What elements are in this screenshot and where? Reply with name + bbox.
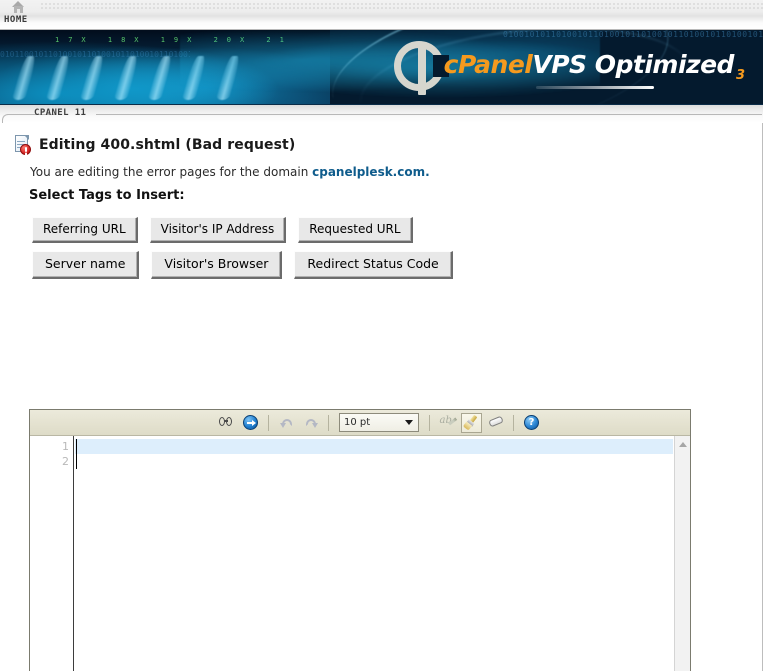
code-line[interactable] (75, 454, 673, 469)
insert-redirect-status-code-button[interactable]: Redirect Status Code (294, 251, 453, 279)
help-circle-icon: ? (524, 415, 539, 430)
toolbar-divider (513, 414, 514, 431)
select-tags-label: Select Tags to Insert: (29, 188, 185, 203)
chevron-down-icon (405, 420, 413, 425)
page-subtitle: You are editing the error pages for the … (30, 165, 430, 179)
home-nav-label[interactable]: HOME (4, 15, 28, 25)
binary-pattern-left: 0101100101101001011010010110100101101001… (0, 50, 190, 59)
editor-body[interactable]: 1 2 (30, 436, 690, 671)
logo-version-number: 3 (735, 67, 745, 83)
panel-legend-bar: CPANEL 11 (0, 105, 763, 124)
error-badge-icon (20, 144, 31, 155)
logo-brand-secondary: VPS Optimized (532, 49, 734, 79)
toolbar-divider (328, 414, 329, 431)
redo-icon (304, 417, 318, 429)
redo-button[interactable] (300, 413, 321, 433)
editor-help-button[interactable]: ? (521, 413, 542, 433)
goto-line-button[interactable] (240, 413, 261, 433)
toolbar-divider (268, 414, 269, 431)
page-heading: Editing 400.shtml (Bad request) (14, 135, 296, 155)
text-caret (76, 439, 77, 469)
paintbrush-icon (462, 414, 480, 431)
goto-arrow-icon (243, 415, 258, 430)
cpanel-logo: cPanelVPS Optimized 3 (393, 39, 745, 99)
insert-visitor-browser-button[interactable]: Visitor's Browser (151, 251, 283, 279)
panel-legend-label: CPANEL 11 (34, 108, 87, 118)
page-title: Editing 400.shtml (Bad request) (39, 136, 296, 153)
logo-brand-primary: cPanel (443, 49, 533, 79)
code-line[interactable] (75, 439, 673, 454)
logo-underline (535, 85, 654, 89)
insert-referring-url-button[interactable]: Referring URL (32, 217, 138, 243)
cpanel-logo-text: cPanelVPS Optimized 3 (444, 50, 745, 89)
undo-icon (279, 417, 294, 429)
editor-vertical-scrollbar[interactable] (674, 436, 690, 671)
line-number: 2 (62, 455, 69, 468)
font-size-select[interactable]: 10 pt (339, 413, 419, 432)
tag-button-row-2: Server name Visitor's Browser Redirect S… (32, 251, 453, 279)
line-number-gutter: 1 2 (30, 436, 74, 671)
main-content-area: Editing 400.shtml (Bad request) You are … (0, 123, 763, 671)
toolbar-divider (429, 414, 430, 431)
subtitle-suffix-text: . (425, 165, 430, 179)
insert-server-name-button[interactable]: Server name (32, 251, 140, 279)
line-number: 1 (62, 440, 69, 453)
editor-toolbar: 10 pt ab ? (30, 410, 690, 436)
dotted-separator (40, 2, 763, 11)
cpanel-c-mark-icon (393, 41, 450, 97)
eraser-icon (487, 415, 504, 429)
top-navigation-bar: HOME ? HELP LOGOUT (0, 0, 763, 30)
find-button[interactable] (216, 413, 237, 433)
code-text-area[interactable] (75, 436, 673, 671)
scroll-up-arrow-icon[interactable] (679, 442, 687, 447)
undo-button[interactable] (276, 413, 297, 433)
spellcheck-abc-icon: ab (440, 415, 457, 429)
font-size-value: 10 pt (344, 417, 371, 428)
home-icon (12, 1, 25, 13)
insert-visitor-ip-button[interactable]: Visitor's IP Address (149, 217, 287, 243)
tag-button-row-1: Referring URL Visitor's IP Address Reque… (32, 217, 413, 243)
syntax-highlight-button[interactable] (461, 412, 482, 433)
subtitle-prefix-text: You are editing the error pages for the … (30, 165, 313, 179)
clear-formatting-button[interactable] (485, 413, 506, 433)
spellcheck-button[interactable]: ab (437, 413, 458, 433)
binoculars-find-icon (219, 416, 234, 429)
insert-requested-url-button[interactable]: Requested URL (298, 217, 413, 243)
error-document-icon (14, 135, 31, 155)
cpanel-banner: 17X 18X 19X 20X 21X 22X 23X 24X 01011001… (0, 30, 763, 105)
code-editor: 10 pt ab ? 1 2 (29, 409, 691, 671)
domain-link[interactable]: cpanelplesk.com (312, 165, 425, 179)
